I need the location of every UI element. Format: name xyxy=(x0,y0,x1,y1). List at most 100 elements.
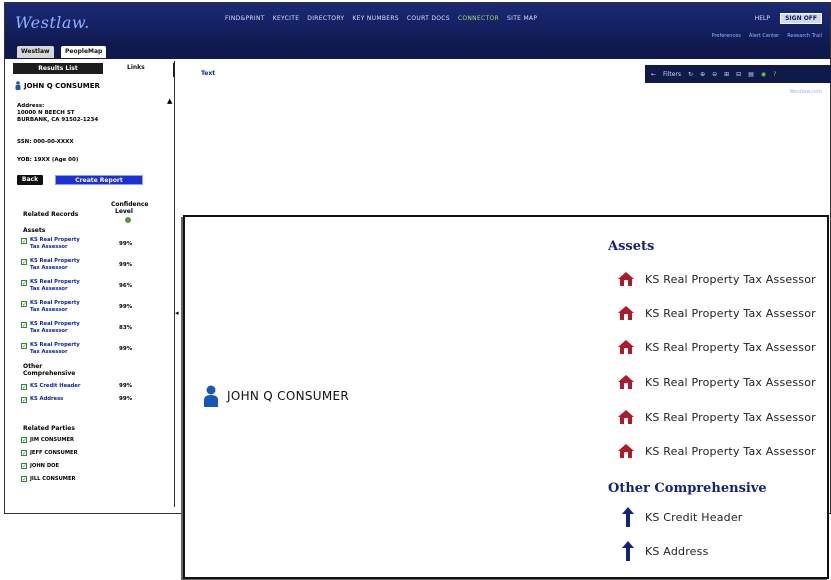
nav-keycite[interactable]: KEYCITE xyxy=(273,15,300,22)
party-name[interactable]: JILL CONSUMER xyxy=(30,476,75,482)
tab-peoplemap[interactable]: PeopleMap xyxy=(61,46,107,58)
address-line-2: BURBANK, CA 91502-1234 xyxy=(17,117,99,123)
record-row[interactable]: ✓ KS Real Property Tax Assessor 99% xyxy=(21,258,171,274)
record-label[interactable]: KS Real Property Tax Assessor xyxy=(30,321,108,334)
preferences-link[interactable]: Preferences xyxy=(712,33,741,39)
checkbox-checked-icon[interactable]: ✓ xyxy=(21,322,27,329)
house-icon xyxy=(618,444,634,458)
help-link[interactable]: HELP xyxy=(755,15,770,22)
back-arrow-icon[interactable]: ← xyxy=(651,71,656,78)
checkbox-checked-icon[interactable]: ✓ xyxy=(21,301,27,308)
address-label: Address: xyxy=(17,103,45,109)
asset-node[interactable]: KS Real Property Tax Assessor xyxy=(617,269,816,289)
checkbox-checked-icon[interactable]: ✓ xyxy=(21,436,27,443)
other-node[interactable]: KS Address xyxy=(621,541,709,561)
asset-label[interactable]: KS Real Property Tax Assessor xyxy=(645,445,816,458)
record-row[interactable]: ✓ KS Address 99% xyxy=(21,396,171,412)
related-records-label: Related Records xyxy=(23,211,79,218)
party-row[interactable]: ✓ JIM CONSUMER xyxy=(21,435,74,444)
zoom-out-icon[interactable]: ⊖ xyxy=(712,71,717,78)
research-trail-link[interactable]: Research Trail xyxy=(787,33,822,39)
person-name: JOHN Q CONSUMER xyxy=(24,81,100,90)
asset-node[interactable]: KS Real Property Tax Assessor xyxy=(617,407,816,427)
create-report-button[interactable]: Create Report xyxy=(55,175,143,185)
record-label[interactable]: KS Real Property Tax Assessor xyxy=(30,258,108,271)
record-row[interactable]: ✓ KS Real Property Tax Assessor 99% xyxy=(21,300,171,316)
record-row[interactable]: ✓ KS Real Property Tax Assessor 96% xyxy=(21,279,171,295)
expand-icon[interactable]: ⊞ xyxy=(724,71,729,78)
tab-westlaw[interactable]: Westlaw xyxy=(17,46,54,58)
record-label[interactable]: KS Address xyxy=(30,396,108,403)
nav-court-docs[interactable]: COURT DOCS xyxy=(407,15,450,22)
checkbox-checked-icon[interactable]: ✓ xyxy=(21,449,27,456)
confidence-value: 99% xyxy=(119,383,133,389)
sign-off-button[interactable]: SIGN OFF xyxy=(780,13,822,24)
record-row[interactable]: ✓ KS Real Property Tax Assessor 99% xyxy=(21,237,171,253)
asset-node[interactable]: KS Real Property Tax Assessor xyxy=(617,372,816,392)
scroll-arrow-icon[interactable]: ◂ xyxy=(175,309,179,317)
westlaw-com-link[interactable]: Westlaw.com xyxy=(789,89,822,95)
record-label[interactable]: KS Real Property Tax Assessor xyxy=(30,237,108,250)
person-node[interactable]: JOHN Q CONSUMER xyxy=(203,385,349,407)
record-label[interactable]: KS Real Property Tax Assessor xyxy=(30,279,108,292)
record-label[interactable]: KS Real Property Tax Assessor xyxy=(30,342,108,355)
nav-key-numbers[interactable]: KEY NUMBERS xyxy=(352,15,399,22)
westlaw-logo[interactable]: Westlaw. xyxy=(15,13,90,32)
checkbox-checked-icon[interactable]: ✓ xyxy=(21,259,27,266)
tab-results-list[interactable]: Results List xyxy=(13,63,103,74)
sidebar-splitter[interactable] xyxy=(173,63,175,77)
nav-directory[interactable]: DIRECTORY xyxy=(307,15,344,22)
asset-label[interactable]: KS Real Property Tax Assessor xyxy=(645,307,816,320)
other-node[interactable]: KS Credit Header xyxy=(621,507,743,527)
party-name[interactable]: JEFF CONSUMER xyxy=(30,450,78,456)
checkbox-checked-icon[interactable]: ✓ xyxy=(21,384,27,391)
record-label[interactable]: KS Real Property Tax Assessor xyxy=(30,300,108,313)
checkbox-checked-icon[interactable]: ✓ xyxy=(21,475,27,482)
party-name[interactable]: JOHN DOE xyxy=(30,463,59,469)
checkbox-checked-icon[interactable]: ✓ xyxy=(21,343,27,350)
scroll-up-arrow-icon[interactable]: ▲ xyxy=(167,97,172,105)
checkbox-checked-icon[interactable]: ✓ xyxy=(21,397,27,404)
results-sidebar: Results List Links JOHN Q CONSUMER ▲ Add… xyxy=(9,61,175,507)
party-name[interactable]: JIM CONSUMER xyxy=(30,437,74,443)
party-row[interactable]: ✓ JEFF CONSUMER xyxy=(21,448,78,457)
back-button[interactable]: Back xyxy=(17,175,43,185)
nav-connector[interactable]: CONNECTOR xyxy=(458,15,499,22)
text-view-link[interactable]: Text xyxy=(201,70,215,77)
settings-icon[interactable]: ◉ xyxy=(761,71,766,78)
asset-node[interactable]: KS Real Property Tax Assessor xyxy=(617,337,816,357)
asset-node[interactable]: KS Real Property Tax Assessor xyxy=(617,441,816,461)
nav-site-map[interactable]: SITE MAP xyxy=(507,15,537,22)
asset-label[interactable]: KS Real Property Tax Assessor xyxy=(645,411,816,424)
house-icon xyxy=(618,410,634,424)
other-label[interactable]: KS Address xyxy=(645,545,709,558)
asset-label[interactable]: KS Real Property Tax Assessor xyxy=(645,376,816,389)
help-icon[interactable]: ? xyxy=(773,71,776,78)
checkbox-checked-icon[interactable]: ✓ xyxy=(21,238,27,245)
refresh-icon[interactable]: ↻ xyxy=(688,71,693,78)
confidence-value: 96% xyxy=(119,283,133,289)
nav-find-print[interactable]: FIND&PRINT xyxy=(225,15,265,22)
person-name[interactable]: JOHN Q CONSUMER xyxy=(227,389,349,403)
asset-label[interactable]: KS Real Property Tax Assessor xyxy=(645,273,816,286)
info-pin-icon xyxy=(622,541,634,561)
party-row[interactable]: ✓ JILL CONSUMER xyxy=(21,474,75,483)
confidence-value: 99% xyxy=(119,304,133,310)
party-row[interactable]: ✓ JOHN DOE xyxy=(21,461,59,470)
record-row[interactable]: ✓ KS Real Property Tax Assessor 99% xyxy=(21,342,171,358)
checkbox-checked-icon[interactable]: ✓ xyxy=(21,462,27,469)
other-label[interactable]: KS Credit Header xyxy=(645,511,743,524)
confidence-value: 99% xyxy=(119,396,133,402)
zoom-in-icon[interactable]: ⊕ xyxy=(700,71,705,78)
collapse-icon[interactable]: ⊟ xyxy=(736,71,741,78)
tab-links[interactable]: Links xyxy=(127,64,145,71)
filters-button[interactable]: Filters xyxy=(663,71,681,78)
asset-label[interactable]: KS Real Property Tax Assessor xyxy=(645,341,816,354)
checkbox-checked-icon[interactable]: ✓ xyxy=(21,280,27,287)
info-pin-icon xyxy=(622,507,634,527)
asset-node[interactable]: KS Real Property Tax Assessor xyxy=(617,303,816,323)
layout-icon[interactable]: ▤ xyxy=(748,71,754,78)
record-row[interactable]: ✓ KS Real Property Tax Assessor 83% xyxy=(21,321,171,337)
record-label[interactable]: KS Credit Header xyxy=(30,383,108,390)
alert-center-link[interactable]: Alert Center xyxy=(749,33,779,39)
